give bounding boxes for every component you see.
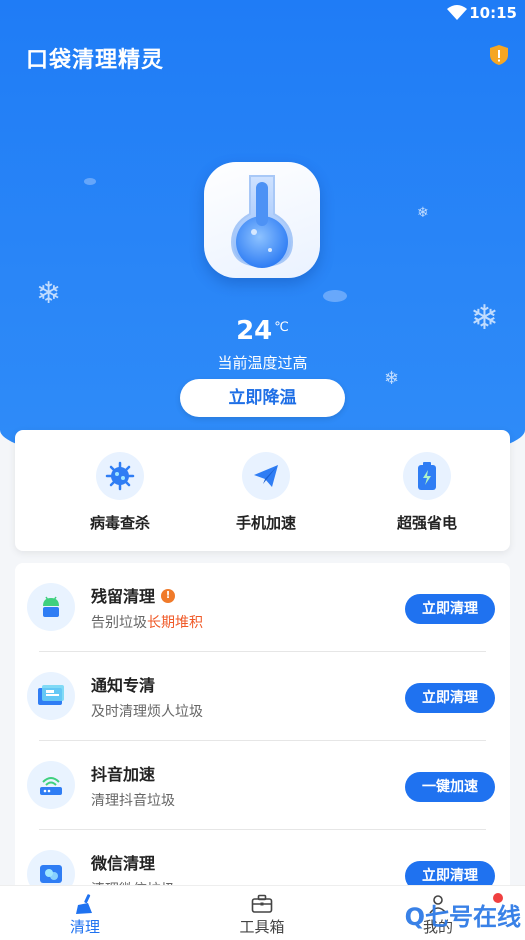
snowflake-icon: ❄ <box>417 205 429 221</box>
thermometer-card[interactable] <box>204 162 320 278</box>
broom-icon <box>45 892 125 916</box>
task-subtitle-highlight: 长期堆积 <box>147 615 203 631</box>
battery-icon <box>403 452 451 500</box>
status-bar: 10:15 <box>0 0 525 28</box>
watermark-logo: Q七号在线 <box>404 903 521 931</box>
temperature-value: 24 <box>236 316 273 346</box>
quick-actions-card: 病毒查杀 手机加速 超强省电 <box>15 430 510 551</box>
clean-notifications-button[interactable]: 立即清理 <box>405 683 495 713</box>
tab-toolbox[interactable]: 工具箱 <box>222 892 302 937</box>
clean-residue-button[interactable]: 立即清理 <box>405 594 495 624</box>
list-item[interactable]: 残留清理! 告别垃圾长期堆积 立即清理 <box>15 563 510 652</box>
task-subtitle: 及时清理烦人垃圾 <box>91 704 203 720</box>
tab-clean[interactable]: 清理 <box>45 892 125 937</box>
list-item[interactable]: 通知专清 及时清理烦人垃圾 立即清理 <box>15 652 510 741</box>
cool-down-button[interactable]: 立即降温 <box>180 379 345 417</box>
quick-action-label: 手机加速 <box>235 514 296 532</box>
quick-action-power-save[interactable]: 超强省电 <box>367 452 487 533</box>
snowflake-icon: ❄ <box>36 276 62 311</box>
bubble-decoration <box>84 178 96 185</box>
tab-label: 工具箱 <box>239 918 285 936</box>
paper-plane-icon <box>242 452 290 500</box>
router-icon <box>27 761 75 809</box>
app-title: 口袋清理精灵 <box>26 48 165 73</box>
temperature-readout: 24 ℃ <box>0 316 525 346</box>
quick-action-label: 超强省电 <box>396 514 457 532</box>
quick-action-phone-boost[interactable]: 手机加速 <box>206 452 326 533</box>
task-title: 抖音加速 <box>91 765 156 784</box>
task-list: 残留清理! 告别垃圾长期堆积 立即清理 通知专清 及时清理烦人垃圾 立即清理 抖… <box>15 563 510 893</box>
list-item[interactable]: 微信清理 清理微信垃圾 立即清理 <box>15 830 510 893</box>
quick-action-virus-scan[interactable]: 病毒查杀 <box>60 452 180 533</box>
quick-action-label: 病毒查杀 <box>89 514 150 532</box>
toolbox-icon <box>222 892 302 916</box>
task-subtitle: 告别垃圾长期堆积 <box>91 615 203 631</box>
task-subtitle: 清理抖音垃圾 <box>91 793 175 809</box>
status-time: 10:15 <box>469 4 517 22</box>
task-title: 通知专清 <box>91 676 156 695</box>
boost-douyin-button[interactable]: 一键加速 <box>405 772 495 802</box>
bubble-decoration <box>323 290 347 302</box>
temperature-unit: ℃ <box>274 320 289 335</box>
temperature-label: 当前温度过高 <box>217 354 308 372</box>
thermometer-flask-icon <box>230 175 294 268</box>
wifi-icon <box>447 5 467 20</box>
virus-icon <box>96 452 144 500</box>
task-title: 残留清理! <box>91 583 176 607</box>
list-item[interactable]: 抖音加速 清理抖音垃圾 一键加速 <box>15 741 510 830</box>
warning-icon: ! <box>161 588 176 603</box>
tab-label: 清理 <box>69 918 100 936</box>
android-icon <box>27 583 75 631</box>
shield-warning-icon[interactable] <box>489 44 509 66</box>
task-title: 微信清理 <box>91 854 156 873</box>
notification-icon <box>27 672 75 720</box>
hero-section: 10:15 口袋清理精灵 ❄ ❄ ❄ ❄ 24 ℃ 当前温度过高 立即降温 <box>0 0 525 470</box>
